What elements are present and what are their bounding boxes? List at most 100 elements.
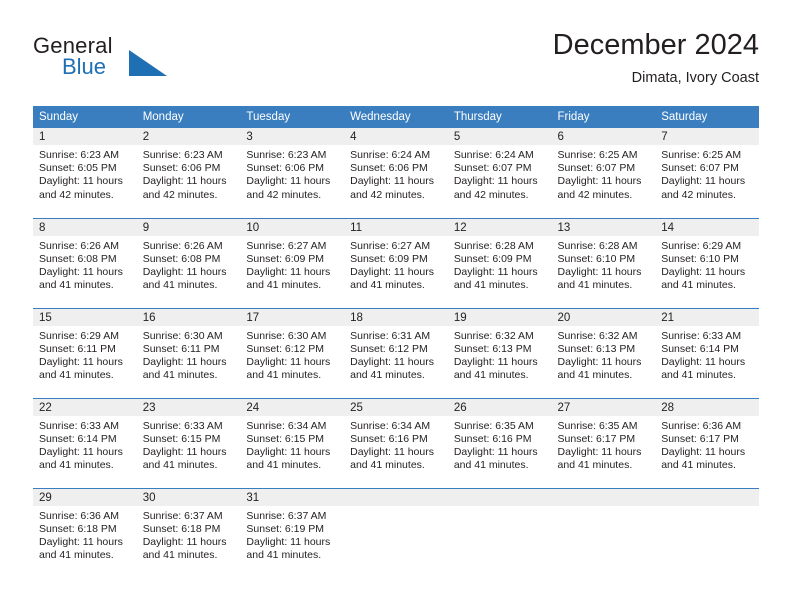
day-details: Sunrise: 6:30 AM Sunset: 6:11 PM Dayligh… xyxy=(137,326,241,383)
day-cell[interactable]: 18 Sunrise: 6:31 AM Sunset: 6:12 PM Dayl… xyxy=(344,307,448,398)
sunrise-text: Sunrise: 6:33 AM xyxy=(39,419,119,432)
day-cell[interactable]: 15 Sunrise: 6:29 AM Sunset: 6:11 PM Dayl… xyxy=(33,307,137,398)
sunrise-text: Sunrise: 6:36 AM xyxy=(661,419,742,432)
day-number: 11 xyxy=(344,218,448,236)
day-details: Sunrise: 6:25 AM Sunset: 6:07 PM Dayligh… xyxy=(655,145,759,202)
day-number: 8 xyxy=(33,218,137,236)
day-cell[interactable]: 5 Sunrise: 6:24 AM Sunset: 6:07 PM Dayli… xyxy=(447,128,552,218)
sunrise-text: Sunrise: 6:34 AM xyxy=(246,419,327,432)
weekday-header-friday: Friday xyxy=(551,106,656,128)
day-cell[interactable]: 9 Sunrise: 6:26 AM Sunset: 6:08 PM Dayli… xyxy=(136,217,241,308)
day-details: Sunrise: 6:37 AM Sunset: 6:18 PM Dayligh… xyxy=(137,506,241,563)
day-details: Sunrise: 6:37 AM Sunset: 6:19 PM Dayligh… xyxy=(240,506,344,563)
day-cell[interactable]: 28 Sunrise: 6:36 AM Sunset: 6:17 PM Dayl… xyxy=(655,397,759,488)
sunset-text: Sunset: 6:12 PM xyxy=(350,342,428,355)
day-number xyxy=(344,488,448,506)
sunset-text: Sunset: 6:08 PM xyxy=(39,252,117,265)
day-details: Sunrise: 6:30 AM Sunset: 6:12 PM Dayligh… xyxy=(240,326,344,383)
sunrise-text: Sunrise: 6:28 AM xyxy=(557,239,638,252)
day-cell[interactable]: 29 Sunrise: 6:36 AM Sunset: 6:18 PM Dayl… xyxy=(33,487,137,578)
day-number: 12 xyxy=(447,218,552,236)
daylight-text-line1: Daylight: 11 hours xyxy=(661,265,746,278)
daylight-text-line1: Daylight: 11 hours xyxy=(142,355,227,368)
daylight-text-line2: and 41 minutes. xyxy=(246,279,322,292)
sunrise-text: Sunrise: 6:26 AM xyxy=(142,239,223,252)
day-cell[interactable]: 8 Sunrise: 6:26 AM Sunset: 6:08 PM Dayli… xyxy=(33,217,137,308)
day-cell[interactable]: 31 Sunrise: 6:37 AM Sunset: 6:19 PM Dayl… xyxy=(240,487,345,578)
day-cell[interactable]: 6 Sunrise: 6:25 AM Sunset: 6:07 PM Dayli… xyxy=(551,128,656,218)
daylight-text-line1: Daylight: 11 hours xyxy=(557,265,642,278)
sunset-text: Sunset: 6:07 PM xyxy=(661,162,739,175)
daylight-text-line1: Daylight: 11 hours xyxy=(453,355,538,368)
sunrise-text: Sunrise: 6:25 AM xyxy=(557,149,638,161)
day-cell[interactable]: 17 Sunrise: 6:30 AM Sunset: 6:12 PM Dayl… xyxy=(240,307,345,398)
calendar-body: 1 Sunrise: 6:23 AM Sunset: 6:05 PM Dayli… xyxy=(33,128,759,578)
calendar-table: Sunday Monday Tuesday Wednesday Thursday… xyxy=(33,106,759,578)
daylight-text-line1: Daylight: 11 hours xyxy=(246,355,331,368)
sunrise-text: Sunrise: 6:37 AM xyxy=(246,509,327,522)
day-cell[interactable]: 25 Sunrise: 6:34 AM Sunset: 6:16 PM Dayl… xyxy=(344,397,448,488)
day-details: Sunrise: 6:32 AM Sunset: 6:13 PM Dayligh… xyxy=(552,326,656,383)
day-number: 31 xyxy=(240,488,345,506)
sunrise-text: Sunrise: 6:24 AM xyxy=(350,149,431,161)
sunrise-text: Sunrise: 6:37 AM xyxy=(142,509,223,522)
daylight-text-line2: and 41 minutes. xyxy=(39,369,114,382)
day-cell[interactable]: 7 Sunrise: 6:25 AM Sunset: 6:07 PM Dayli… xyxy=(655,128,759,218)
daylight-text-line1: Daylight: 11 hours xyxy=(39,445,123,458)
sunset-text: Sunset: 6:14 PM xyxy=(661,342,739,355)
daylight-text-line2: and 42 minutes. xyxy=(39,188,114,201)
day-cell[interactable]: 13 Sunrise: 6:28 AM Sunset: 6:10 PM Dayl… xyxy=(551,217,656,308)
daylight-text-line1: Daylight: 11 hours xyxy=(557,445,642,458)
day-cell[interactable]: 22 Sunrise: 6:33 AM Sunset: 6:14 PM Dayl… xyxy=(33,397,137,488)
day-cell[interactable]: 24 Sunrise: 6:34 AM Sunset: 6:15 PM Dayl… xyxy=(240,397,345,488)
daylight-text-line1: Daylight: 11 hours xyxy=(453,175,538,188)
day-cell[interactable]: 10 Sunrise: 6:27 AM Sunset: 6:09 PM Dayl… xyxy=(240,217,345,308)
day-details: Sunrise: 6:36 AM Sunset: 6:18 PM Dayligh… xyxy=(33,506,137,563)
day-number: 20 xyxy=(551,308,656,326)
daylight-text-line1: Daylight: 11 hours xyxy=(661,445,746,458)
day-number xyxy=(551,488,656,506)
daylight-text-line1: Daylight: 11 hours xyxy=(39,265,123,278)
sunrise-text: Sunrise: 6:30 AM xyxy=(142,329,223,342)
weekday-header-wednesday: Wednesday xyxy=(344,106,448,128)
sunrise-text: Sunrise: 6:24 AM xyxy=(453,149,534,161)
sunrise-text: Sunrise: 6:33 AM xyxy=(661,329,742,342)
day-cell[interactable]: 23 Sunrise: 6:33 AM Sunset: 6:15 PM Dayl… xyxy=(136,397,241,488)
day-cell[interactable]: 26 Sunrise: 6:35 AM Sunset: 6:16 PM Dayl… xyxy=(447,397,552,488)
day-details: Sunrise: 6:29 AM Sunset: 6:11 PM Dayligh… xyxy=(33,326,137,383)
sunset-text: Sunset: 6:14 PM xyxy=(39,432,117,445)
sunset-text: Sunset: 6:19 PM xyxy=(246,522,325,535)
daylight-text-line2: and 42 minutes. xyxy=(142,188,218,201)
daylight-text-line2: and 41 minutes. xyxy=(39,459,114,472)
sunset-text: Sunset: 6:09 PM xyxy=(246,252,325,265)
daylight-text-line1: Daylight: 11 hours xyxy=(557,175,642,188)
day-number: 1 xyxy=(33,128,137,145)
day-details: Sunrise: 6:34 AM Sunset: 6:15 PM Dayligh… xyxy=(240,416,344,473)
sunset-text: Sunset: 6:10 PM xyxy=(661,252,739,265)
day-cell[interactable]: 21 Sunrise: 6:33 AM Sunset: 6:14 PM Dayl… xyxy=(655,307,759,398)
day-cell[interactable]: 1 Sunrise: 6:23 AM Sunset: 6:05 PM Dayli… xyxy=(33,128,137,218)
sunrise-text: Sunrise: 6:27 AM xyxy=(246,239,327,252)
week-row: 22 Sunrise: 6:33 AM Sunset: 6:14 PM Dayl… xyxy=(33,397,759,488)
day-cell[interactable]: 30 Sunrise: 6:37 AM Sunset: 6:18 PM Dayl… xyxy=(136,487,241,578)
triangle-icon xyxy=(129,50,167,81)
day-cell[interactable]: 2 Sunrise: 6:23 AM Sunset: 6:06 PM Dayli… xyxy=(136,128,241,218)
day-cell[interactable]: 3 Sunrise: 6:23 AM Sunset: 6:06 PM Dayli… xyxy=(240,128,345,218)
daylight-text-line1: Daylight: 11 hours xyxy=(142,175,227,188)
daylight-text-line2: and 41 minutes. xyxy=(246,459,322,472)
day-cell[interactable]: 27 Sunrise: 6:35 AM Sunset: 6:17 PM Dayl… xyxy=(551,397,656,488)
brand-logo: General Blue xyxy=(33,33,263,93)
day-details: Sunrise: 6:26 AM Sunset: 6:08 PM Dayligh… xyxy=(137,236,241,293)
daylight-text-line2: and 42 minutes. xyxy=(246,188,322,201)
day-cell-empty xyxy=(344,487,448,578)
day-cell[interactable]: 12 Sunrise: 6:28 AM Sunset: 6:09 PM Dayl… xyxy=(447,217,552,308)
day-number: 22 xyxy=(33,398,137,416)
daylight-text-line2: and 41 minutes. xyxy=(350,459,425,472)
day-cell[interactable]: 14 Sunrise: 6:29 AM Sunset: 6:10 PM Dayl… xyxy=(655,217,759,308)
day-cell[interactable]: 11 Sunrise: 6:27 AM Sunset: 6:09 PM Dayl… xyxy=(344,217,448,308)
day-details: Sunrise: 6:23 AM Sunset: 6:06 PM Dayligh… xyxy=(137,145,241,202)
day-cell[interactable]: 19 Sunrise: 6:32 AM Sunset: 6:13 PM Dayl… xyxy=(447,307,552,398)
day-cell[interactable]: 16 Sunrise: 6:30 AM Sunset: 6:11 PM Dayl… xyxy=(136,307,241,398)
day-cell[interactable]: 20 Sunrise: 6:32 AM Sunset: 6:13 PM Dayl… xyxy=(551,307,656,398)
day-cell[interactable]: 4 Sunrise: 6:24 AM Sunset: 6:06 PM Dayli… xyxy=(344,128,448,218)
